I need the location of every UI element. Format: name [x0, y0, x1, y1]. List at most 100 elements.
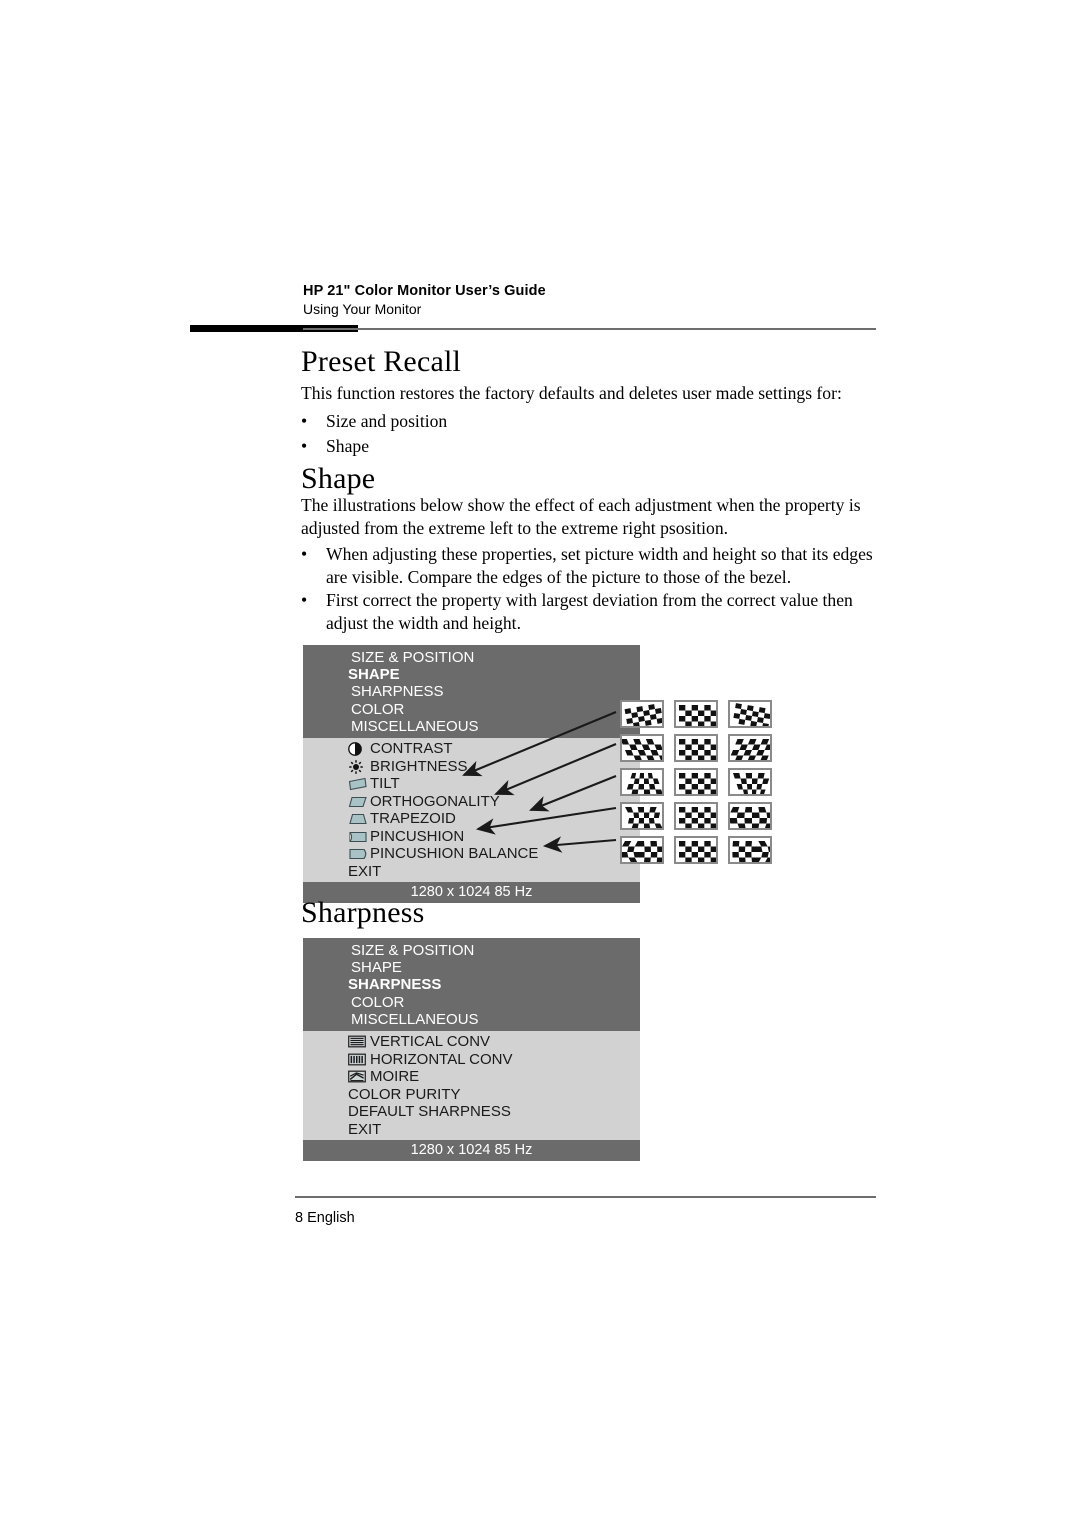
- osd-item-brightness[interactable]: BRIGHTNESS: [303, 758, 640, 776]
- list-item-label: Size and position: [326, 411, 448, 431]
- thumbnail-row-orthogonality: [620, 734, 772, 762]
- running-head: HP 21" Color Monitor User’s Guide Using …: [303, 283, 903, 317]
- osd-category-sharpness[interactable]: SHARPNESS: [303, 976, 640, 993]
- osd-item-label: TILT: [370, 775, 400, 793]
- osd-item-trapezoid[interactable]: TRAPEZOID: [303, 810, 640, 828]
- osd-item-label: VERTICAL CONV: [370, 1033, 491, 1051]
- thumbnail-normal: [674, 700, 718, 728]
- osd-item-color-purity[interactable]: COLOR PURITY: [303, 1086, 640, 1104]
- thumbnail-rotate-left: [620, 700, 664, 728]
- contrast-icon: [348, 742, 366, 757]
- osd-item-label: DEFAULT SHARPNESS: [348, 1103, 511, 1121]
- heading-shape: Shape: [301, 462, 376, 495]
- thumbnail-row-pincushion: [620, 802, 772, 830]
- bullet-dot: •: [301, 411, 308, 431]
- bullet-dot: •: [301, 590, 308, 610]
- list-item-label: Shape: [326, 436, 369, 456]
- osd-item-default-sharpness[interactable]: DEFAULT SHARPNESS: [303, 1103, 640, 1121]
- osd-category-shape[interactable]: SHAPE: [303, 959, 640, 976]
- osd-item-label: EXIT: [348, 1120, 382, 1138]
- bullet-dot: •: [301, 436, 308, 456]
- osd-item-exit[interactable]: EXIT: [303, 863, 640, 881]
- thumbnail-trapezoid-narrow-top: [620, 768, 664, 796]
- osd-status-resolution: 1280 x 1024 85 Hz: [303, 1140, 640, 1162]
- thumbnail-normal: [674, 734, 718, 762]
- osd-item-label: BRIGHTNESS: [370, 757, 468, 775]
- orthogonality-icon: [348, 795, 367, 808]
- osd-category-sharpness[interactable]: SHARPNESS: [303, 683, 640, 700]
- thumbnail-shear-right: [728, 734, 772, 762]
- osd-item-label: CONTRAST: [370, 740, 453, 758]
- osd-item-contrast[interactable]: CONTRAST: [303, 740, 640, 758]
- osd-category-list: SIZE & POSITION SHAPE SHARPNESS COLOR MISCEL…: [303, 645, 640, 739]
- osd-category-size-position[interactable]: SIZE & POSITION: [303, 942, 640, 959]
- guide-subtitle: Using Your Monitor: [303, 301, 422, 317]
- osd-item-label: MOIRE: [370, 1068, 420, 1086]
- osd-item-tilt[interactable]: TILT: [303, 775, 640, 793]
- vertical-conv-icon: [348, 1035, 366, 1048]
- osd-category-miscellaneous[interactable]: MISCELLANEOUS: [303, 718, 640, 735]
- thumbnail-row-tilt: [620, 700, 772, 728]
- thumbnail-pincushion-in: [620, 802, 664, 830]
- list-item: • First correct the property with larges…: [301, 589, 881, 635]
- pincushion-balance-icon: [348, 847, 367, 860]
- list-item: • Size and position: [301, 410, 881, 433]
- osd-item-vertical-conv[interactable]: VERTICAL CONV: [303, 1033, 640, 1051]
- osd-item-label: HORIZONTAL CONV: [370, 1050, 513, 1068]
- heading-preset-recall: Preset Recall: [301, 345, 462, 378]
- tilt-icon: [348, 777, 367, 791]
- thumbnail-normal: [674, 836, 718, 864]
- brightness-icon: [348, 759, 366, 774]
- osd-item-label: PINCUSHION: [370, 827, 465, 845]
- document-page: HP 21" Color Monitor User’s Guide Using …: [0, 0, 1080, 1528]
- thumbnail-rotate-right: [728, 700, 772, 728]
- pincushion-icon: [348, 830, 367, 843]
- osd-category-list: SIZE & POSITION SHAPE SHARPNESS COLOR MISCEL…: [303, 938, 640, 1032]
- list-item-label: When adjusting these properties, set pic…: [326, 544, 873, 587]
- thumbnail-row-trapezoid: [620, 768, 772, 796]
- thumbnail-normal: [674, 768, 718, 796]
- osd-category-color[interactable]: COLOR: [303, 701, 640, 718]
- osd-category-color[interactable]: COLOR: [303, 994, 640, 1011]
- osd-item-list: CONTRAST BRIGHTNESS TILT ORTHOGONALITY TRAPE…: [303, 738, 640, 883]
- page-number-label: 8 English: [295, 1210, 355, 1226]
- osd-item-label: ORTHOGONALITY: [370, 792, 500, 810]
- osd-category-size-position[interactable]: SIZE & POSITION: [303, 649, 640, 666]
- list-item: • When adjusting these properties, set p…: [301, 543, 881, 589]
- osd-category-miscellaneous[interactable]: MISCELLANEOUS: [303, 1011, 640, 1028]
- heading-sharpness: Sharpness: [301, 896, 425, 929]
- thumbnail-shear-left: [620, 734, 664, 762]
- bullet-dot: •: [301, 544, 308, 564]
- moire-icon: [348, 1070, 366, 1083]
- osd-item-label: TRAPEZOID: [370, 810, 456, 828]
- horizontal-conv-icon: [348, 1053, 366, 1066]
- list-item: • Shape: [301, 435, 881, 458]
- osd-category-shape[interactable]: SHAPE: [303, 666, 640, 683]
- thumbnail-trapezoid-wide-top: [728, 768, 772, 796]
- preset-recall-intro: This function restores the factory defau…: [301, 383, 842, 403]
- osd-item-label: EXIT: [348, 862, 382, 880]
- osd-item-orthogonality[interactable]: ORTHOGONALITY: [303, 793, 640, 811]
- trapezoid-icon: [348, 812, 367, 825]
- thumbnail-balance-left: [620, 836, 664, 864]
- guide-title: HP 21" Color Monitor User’s Guide: [303, 283, 546, 299]
- osd-menu-shape[interactable]: SIZE & POSITION SHAPE SHARPNESS COLOR MISCEL…: [303, 645, 640, 904]
- shape-intro: The illustrations below show the effect …: [301, 495, 861, 538]
- osd-item-list: VERTICAL CONV HORIZONTAL CONV MOIRE COLOR P…: [303, 1031, 640, 1141]
- osd-item-moire[interactable]: MOIRE: [303, 1068, 640, 1086]
- osd-item-label: PINCUSHION BALANCE: [370, 845, 539, 863]
- osd-item-pincushion-balance[interactable]: PINCUSHION BALANCE: [303, 845, 640, 863]
- osd-item-exit[interactable]: EXIT: [303, 1121, 640, 1139]
- osd-item-pincushion[interactable]: PINCUSHION: [303, 828, 640, 846]
- thumbnail-normal: [674, 802, 718, 830]
- osd-item-horizontal-conv[interactable]: HORIZONTAL CONV: [303, 1051, 640, 1069]
- header-rule: [303, 328, 876, 330]
- list-item-label: First correct the property with largest …: [326, 590, 853, 633]
- thumbnail-pincushion-out: [728, 802, 772, 830]
- osd-item-label: COLOR PURITY: [348, 1085, 461, 1103]
- shape-adjustment-thumbnail-grid: [620, 700, 772, 870]
- osd-menu-sharpness[interactable]: SIZE & POSITION SHAPE SHARPNESS COLOR MISCEL…: [303, 938, 640, 1162]
- thumbnail-row-pincushion-balance: [620, 836, 772, 864]
- thumbnail-balance-right: [728, 836, 772, 864]
- footer-rule: [295, 1196, 876, 1198]
